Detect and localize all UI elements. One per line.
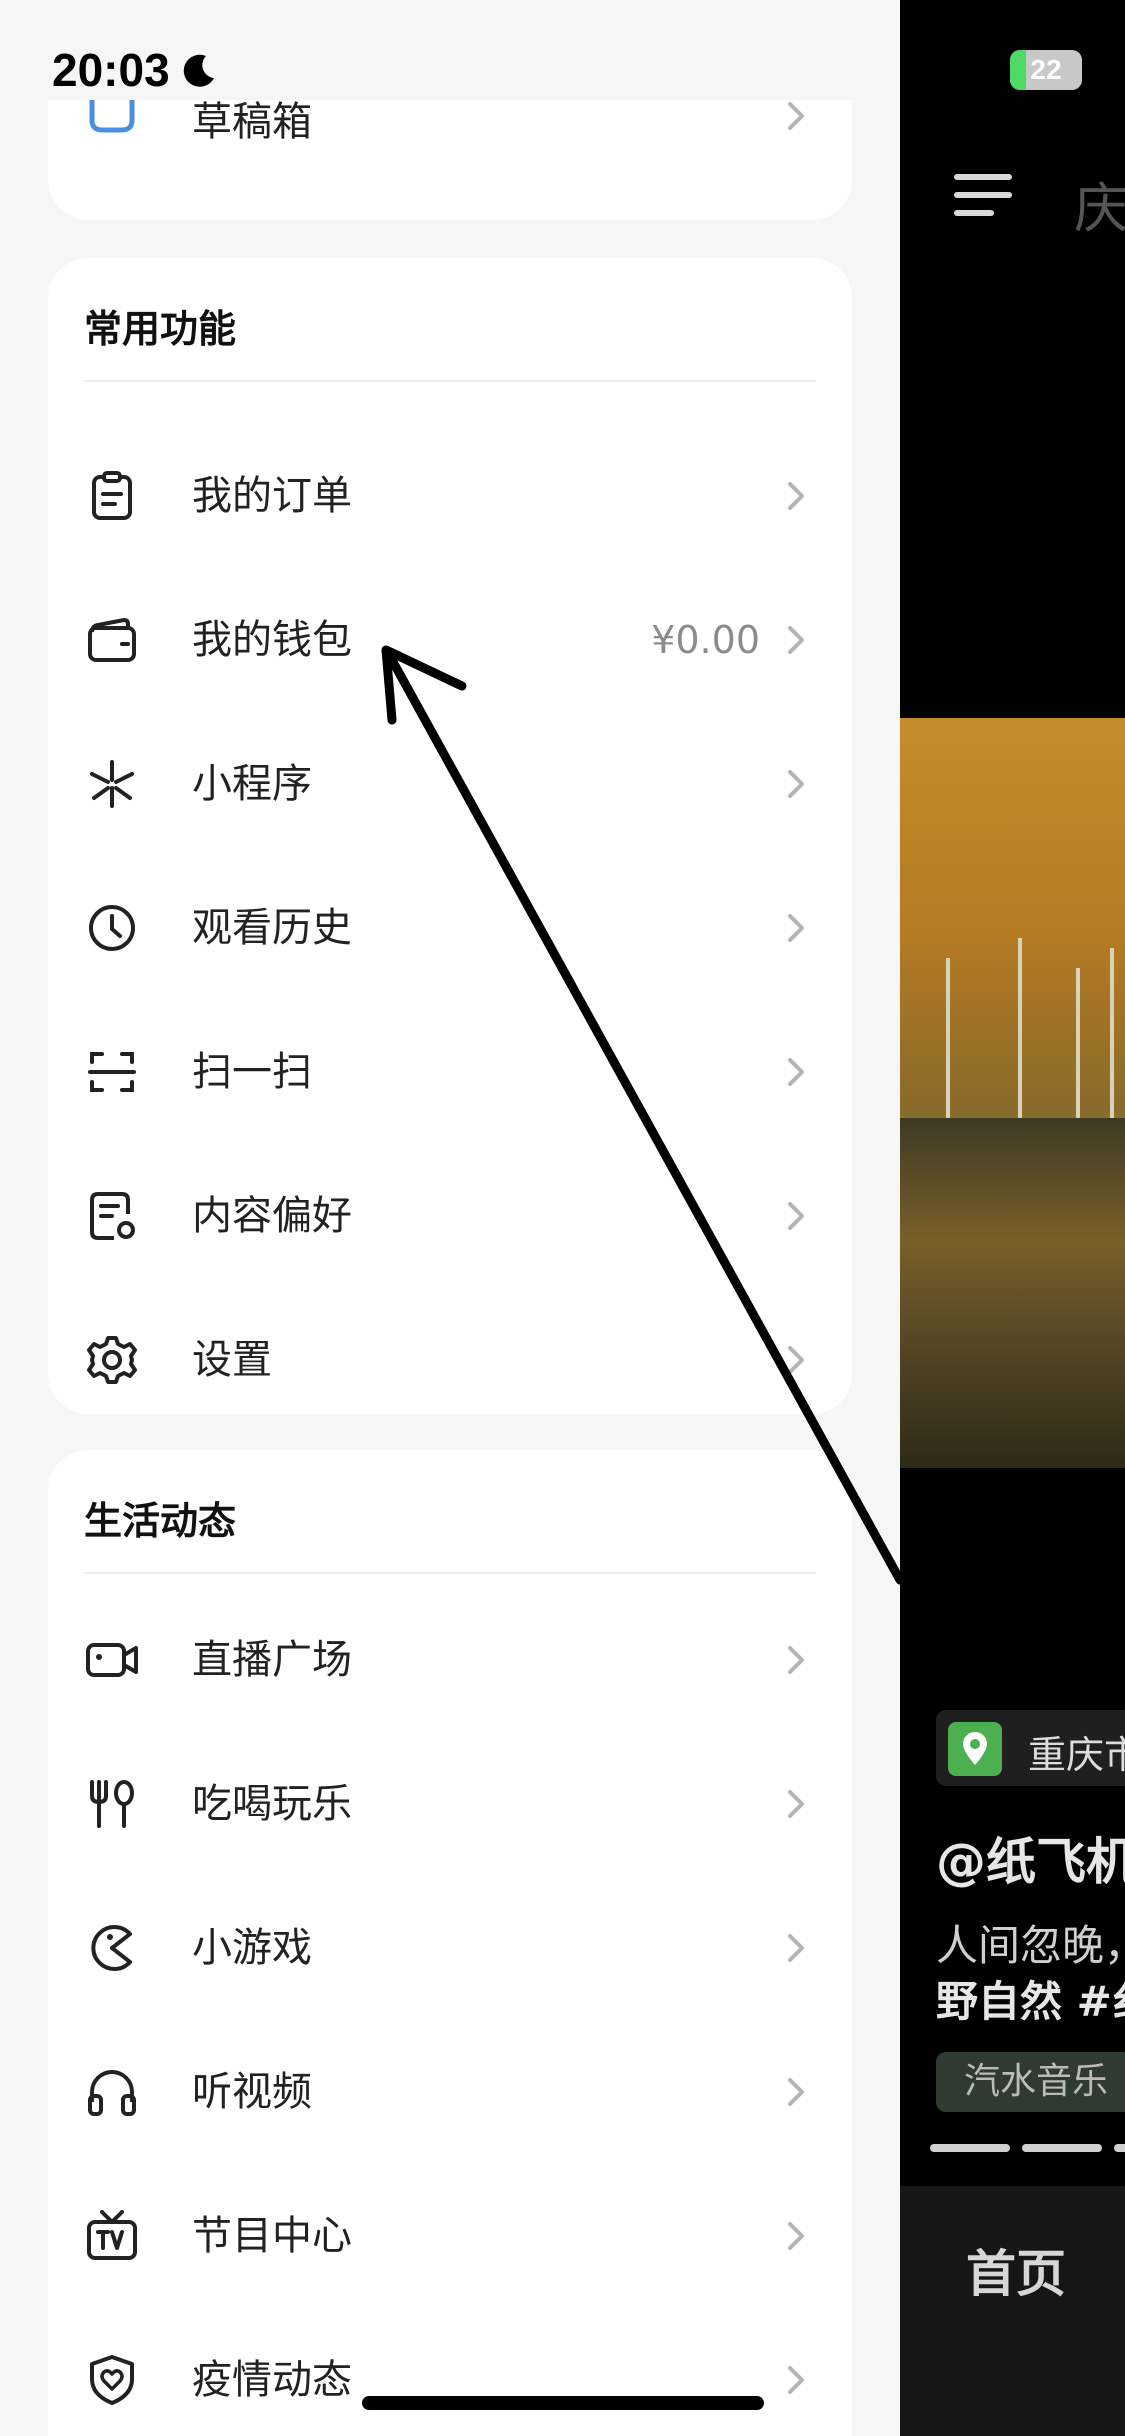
menu-item-food-fun[interactable]: 吃喝玩乐 <box>48 1732 852 1876</box>
hamburger-menu-icon[interactable] <box>954 172 1014 222</box>
clock-icon <box>84 900 140 956</box>
drafts-label: 草稿箱 <box>192 100 312 145</box>
tv-icon <box>84 2208 140 2264</box>
menu-item-label: 节目中心 <box>192 2213 352 2259</box>
drafts-card: 草稿箱 <box>48 100 852 220</box>
scan-icon <box>84 1044 140 1100</box>
video-scene-image <box>900 718 1125 1468</box>
chevron-right-icon <box>776 1196 816 1236</box>
drafts-row[interactable]: 草稿箱 <box>48 100 852 180</box>
menu-item-label: 内容偏好 <box>192 1193 352 1239</box>
menu-item-live-plaza[interactable]: 直播广场 <box>48 1588 852 1732</box>
nav-home[interactable]: 首页 <box>966 2234 1066 2306</box>
status-bar-left: 20:03 <box>52 42 220 98</box>
menu-item-label: 小程序 <box>192 761 312 807</box>
menu-item-watch-history[interactable]: 观看历史 <box>48 856 852 1000</box>
menu-item-label: 我的订单 <box>192 473 352 519</box>
menu-item-scan[interactable]: 扫一扫 <box>48 1000 852 1144</box>
chevron-right-icon <box>776 908 816 948</box>
tab-city[interactable]: 庆 <box>1074 164 1125 243</box>
menu-item-label: 小游戏 <box>192 1925 312 1971</box>
bottom-navigation: 首页 <box>900 2186 1125 2436</box>
chevron-right-icon <box>776 620 816 660</box>
location-tag[interactable]: 重庆市 <box>936 1710 1125 1786</box>
menu-item-label: 直播广场 <box>192 1637 352 1683</box>
content-preference-icon <box>84 1188 140 1244</box>
signal-icon <box>900 58 910 86</box>
section-divider <box>84 1572 816 1574</box>
moon-icon <box>183 54 214 87</box>
pacman-game-icon <box>84 1920 140 1976</box>
menu-item-label: 听视频 <box>192 2069 312 2115</box>
chevron-right-icon <box>776 1784 816 1824</box>
chevron-right-icon <box>776 1052 816 1092</box>
chevron-right-icon <box>776 2216 816 2256</box>
chevron-right-icon <box>776 2072 816 2112</box>
chevron-right-icon <box>776 1928 816 1968</box>
wallet-icon <box>84 612 140 668</box>
chevron-right-icon <box>776 2360 816 2400</box>
menu-item-label: 扫一扫 <box>192 1049 312 1095</box>
menu-item-my-wallet[interactable]: 我的钱包 ¥0.00 <box>48 568 852 712</box>
home-indicator[interactable] <box>362 2396 764 2410</box>
life-updates-title: 生活动态 <box>84 1499 237 1543</box>
shield-heart-icon <box>84 2352 140 2408</box>
location-pin-icon <box>948 1722 1002 1776</box>
video-description-line2: 野自然 #纟 <box>936 1977 1125 2026</box>
status-bar-right: 22 <box>900 50 1125 90</box>
chevron-right-icon <box>776 1640 816 1680</box>
order-clipboard-icon <box>84 468 140 524</box>
menu-item-content-preferences[interactable]: 内容偏好 <box>48 1144 852 1288</box>
common-functions-title: 常用功能 <box>84 307 237 351</box>
live-camera-icon <box>84 1632 140 1688</box>
chevron-right-icon <box>776 476 816 516</box>
life-updates-card: 生活动态 直播广场 吃喝玩乐 小游戏 听视频 节目中心 疫情动态 <box>48 1450 852 2436</box>
menu-item-listen-video[interactable]: 听视频 <box>48 2020 852 2164</box>
menu-item-label: 我的钱包 <box>192 617 352 663</box>
battery-icon: 22 <box>1010 50 1082 90</box>
menu-item-mini-games[interactable]: 小游戏 <box>48 1876 852 2020</box>
menu-item-label: 吃喝玩乐 <box>192 1781 352 1827</box>
video-description-line1: 人间忽晚， <box>936 1921 1125 1970</box>
drafts-box-icon <box>84 100 140 136</box>
battery-level: 22 <box>1030 54 1062 85</box>
section-divider <box>84 380 816 382</box>
video-feed-panel[interactable]: 22 庆 重庆市 @纸飞机 人间忽晚， 野自然 #纟 汽水音乐 首页 <box>900 0 1125 2436</box>
wallet-balance: ¥0.00 <box>651 618 760 662</box>
chevron-right-icon <box>776 100 816 136</box>
menu-item-my-orders[interactable]: 我的订单 <box>48 424 852 568</box>
common-functions-card: 常用功能 我的订单 我的钱包 ¥0.00 小程序 观看历史 扫一扫 内容偏好 设… <box>48 258 852 1414</box>
video-progress-indicator <box>930 2144 1125 2152</box>
menu-item-label: 疫情动态 <box>192 2357 352 2403</box>
menu-item-label: 设置 <box>192 1337 272 1383</box>
headphones-icon <box>84 2064 140 2120</box>
menu-item-label: 观看历史 <box>192 905 352 951</box>
side-drawer: 20:03 草稿箱 常用功能 我的订单 我的钱包 ¥0.00 小程序 观看历史 … <box>0 0 900 2436</box>
menu-item-settings[interactable]: 设置 <box>48 1288 852 1432</box>
video-author[interactable]: @纸飞机 <box>936 1822 1125 1894</box>
fork-spoon-icon <box>84 1776 140 1832</box>
menu-item-epidemic-updates[interactable]: 疫情动态 <box>48 2308 852 2436</box>
location-text: 重庆市 <box>1028 1733 1125 1777</box>
music-tag[interactable]: 汽水音乐 <box>936 2052 1125 2112</box>
mini-program-icon <box>84 756 140 812</box>
chevron-right-icon <box>776 1340 816 1380</box>
gear-icon <box>84 1332 140 1388</box>
status-time: 20:03 <box>52 44 170 96</box>
menu-item-mini-programs[interactable]: 小程序 <box>48 712 852 856</box>
menu-item-program-center[interactable]: 节目中心 <box>48 2164 852 2308</box>
chevron-right-icon <box>776 764 816 804</box>
